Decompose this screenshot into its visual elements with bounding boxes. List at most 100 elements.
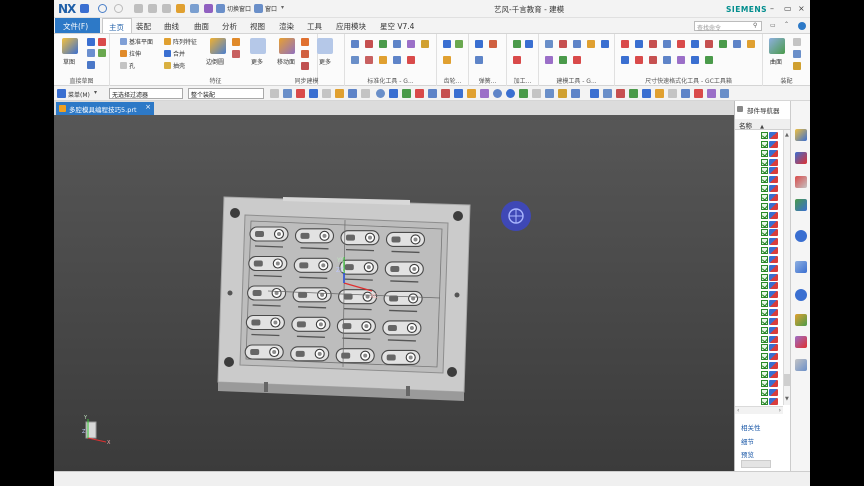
hole-button[interactable]: 孔	[120, 61, 135, 70]
std-tool-5-icon[interactable]	[407, 40, 415, 48]
cavity-pocket[interactable]	[339, 259, 379, 275]
feature-visibility-checkbox[interactable]	[761, 282, 768, 290]
constraint-navigator-icon[interactable]	[795, 176, 807, 188]
shell-button[interactable]: 抽壳	[164, 61, 185, 70]
gear-2-icon[interactable]	[455, 40, 463, 48]
snap-curve-icon[interactable]	[480, 89, 489, 98]
dim-tool-6-icon[interactable]	[691, 40, 699, 48]
sketch-icon[interactable]	[62, 38, 78, 54]
more-sync-icon[interactable]	[317, 38, 333, 54]
feature-visibility-checkbox[interactable]	[761, 238, 768, 246]
snap-tangent-icon[interactable]	[506, 89, 515, 98]
snap-face-icon[interactable]	[545, 89, 554, 98]
close-tab-icon[interactable]: ×	[145, 103, 151, 111]
navigator-feature-row[interactable]	[761, 140, 783, 149]
snap-arrow-icon[interactable]	[532, 89, 541, 98]
close-button[interactable]: ×	[798, 4, 805, 13]
cavity-pocket[interactable]	[383, 290, 423, 307]
window-menu-button[interactable]: 窗口	[265, 4, 277, 13]
dim-tool-13-icon[interactable]	[649, 56, 657, 64]
navigator-feature-row[interactable]	[761, 255, 783, 264]
more-feature-button[interactable]: 更多	[251, 57, 263, 66]
navigator-feature-row[interactable]	[761, 362, 783, 370]
feature-visibility-checkbox[interactable]	[761, 176, 768, 184]
feature-visibility-checkbox[interactable]	[761, 247, 768, 255]
pattern-feature-button[interactable]: 阵列特征	[164, 37, 197, 46]
feature-visibility-checkbox[interactable]	[761, 229, 768, 237]
std-tool-1-icon[interactable]	[351, 40, 359, 48]
model-view[interactable]: YC ZC XC X Y Z	[54, 115, 734, 471]
move-face-button[interactable]: 移动面	[277, 57, 295, 66]
tab-xingkong[interactable]: 星空 V7.4	[380, 21, 414, 32]
feature-visibility-checkbox[interactable]	[761, 132, 768, 139]
navigator-feature-row[interactable]	[761, 335, 783, 344]
machining-2-icon[interactable]	[525, 40, 533, 48]
navigator-feature-row[interactable]	[761, 193, 783, 202]
feature-visibility-checkbox[interactable]	[761, 362, 768, 370]
view-zoom-icon[interactable]	[603, 89, 612, 98]
navigator-vertical-scrollbar[interactable]: ▲ ▼	[783, 130, 790, 405]
touch-mode-icon[interactable]	[190, 4, 199, 13]
build-tool-3-icon[interactable]	[573, 40, 581, 48]
navigator-feature-row[interactable]	[761, 229, 783, 237]
roles-icon[interactable]	[795, 336, 807, 348]
feature-visibility-checkbox[interactable]	[761, 388, 768, 396]
assembly-navigator-icon[interactable]	[795, 152, 807, 164]
switch-window-button[interactable]: 切换窗口	[227, 4, 251, 13]
navigator-feature-row[interactable]	[761, 291, 783, 299]
replace-face-icon[interactable]	[301, 62, 309, 70]
surface-button[interactable]: 曲面	[770, 57, 782, 66]
part-navigator-icon[interactable]	[795, 129, 807, 141]
dim-tool-1-icon[interactable]	[621, 40, 629, 48]
cavity-pocket[interactable]	[381, 349, 421, 366]
copy-icon[interactable]	[148, 4, 157, 13]
feature-visibility-checkbox[interactable]	[761, 211, 768, 219]
navigator-feature-row[interactable]	[761, 326, 783, 335]
navigator-feature-row[interactable]	[761, 397, 783, 406]
clock-icon[interactable]	[795, 289, 807, 301]
navigator-feature-row[interactable]	[761, 282, 783, 290]
tab-render[interactable]: 渲染	[279, 21, 294, 32]
scroll-left-icon[interactable]: ‹	[737, 407, 739, 414]
cavity-pocket[interactable]	[244, 344, 284, 360]
navigator-feature-row[interactable]	[761, 264, 783, 273]
help-icon[interactable]	[798, 22, 806, 30]
build-tool-4-icon[interactable]	[587, 40, 595, 48]
view-color-icon[interactable]	[707, 89, 716, 98]
cavity-pocket[interactable]	[294, 228, 335, 244]
preview-scroll[interactable]	[741, 460, 771, 468]
switch-window-icon[interactable]	[216, 4, 225, 13]
select-tool-8-icon[interactable]	[361, 89, 370, 98]
fillet-icon[interactable]	[98, 49, 106, 57]
tab-application[interactable]: 应用模块	[336, 21, 366, 32]
surface-icon[interactable]	[769, 38, 785, 54]
repeat-command-icon[interactable]	[176, 4, 185, 13]
std-tool-2-icon[interactable]	[365, 40, 373, 48]
select-tool-1-icon[interactable]	[270, 89, 279, 98]
navigator-column-header[interactable]: 名称 ▲	[735, 119, 791, 130]
cavity-pocket[interactable]	[248, 255, 288, 272]
select-tool-5-icon[interactable]	[322, 89, 331, 98]
unite-button[interactable]: 合并	[164, 49, 185, 58]
edge-blend-icon[interactable]	[210, 38, 226, 54]
assembly-3-icon[interactable]	[793, 62, 801, 70]
minimize-button[interactable]: –	[770, 4, 774, 13]
snap-grid-icon[interactable]	[571, 89, 580, 98]
dim-tool-10-icon[interactable]	[747, 40, 755, 48]
cut-icon[interactable]	[134, 4, 143, 13]
undo-icon[interactable]	[98, 4, 107, 13]
view-orient-icon[interactable]	[642, 89, 651, 98]
tab-file[interactable]: 文件(F)	[55, 18, 100, 33]
view-more-icon[interactable]	[720, 89, 729, 98]
feature-visibility-checkbox[interactable]	[761, 344, 768, 352]
cavity-pocket[interactable]	[293, 257, 333, 273]
feature-visibility-checkbox[interactable]	[761, 309, 768, 316]
feature-visibility-checkbox[interactable]	[761, 185, 768, 193]
collapse-ribbon-icon[interactable]: ⌃	[784, 21, 789, 28]
offset-region-icon[interactable]	[301, 50, 309, 58]
navigator-feature-row[interactable]	[761, 167, 783, 175]
datum-plane-button[interactable]: 基准平面	[120, 37, 153, 46]
navigator-feature-row[interactable]	[761, 379, 783, 388]
dim-tool-3-icon[interactable]	[649, 40, 657, 48]
document-tab[interactable]: 多腔模具编程技巧5.prt ×	[56, 102, 154, 115]
